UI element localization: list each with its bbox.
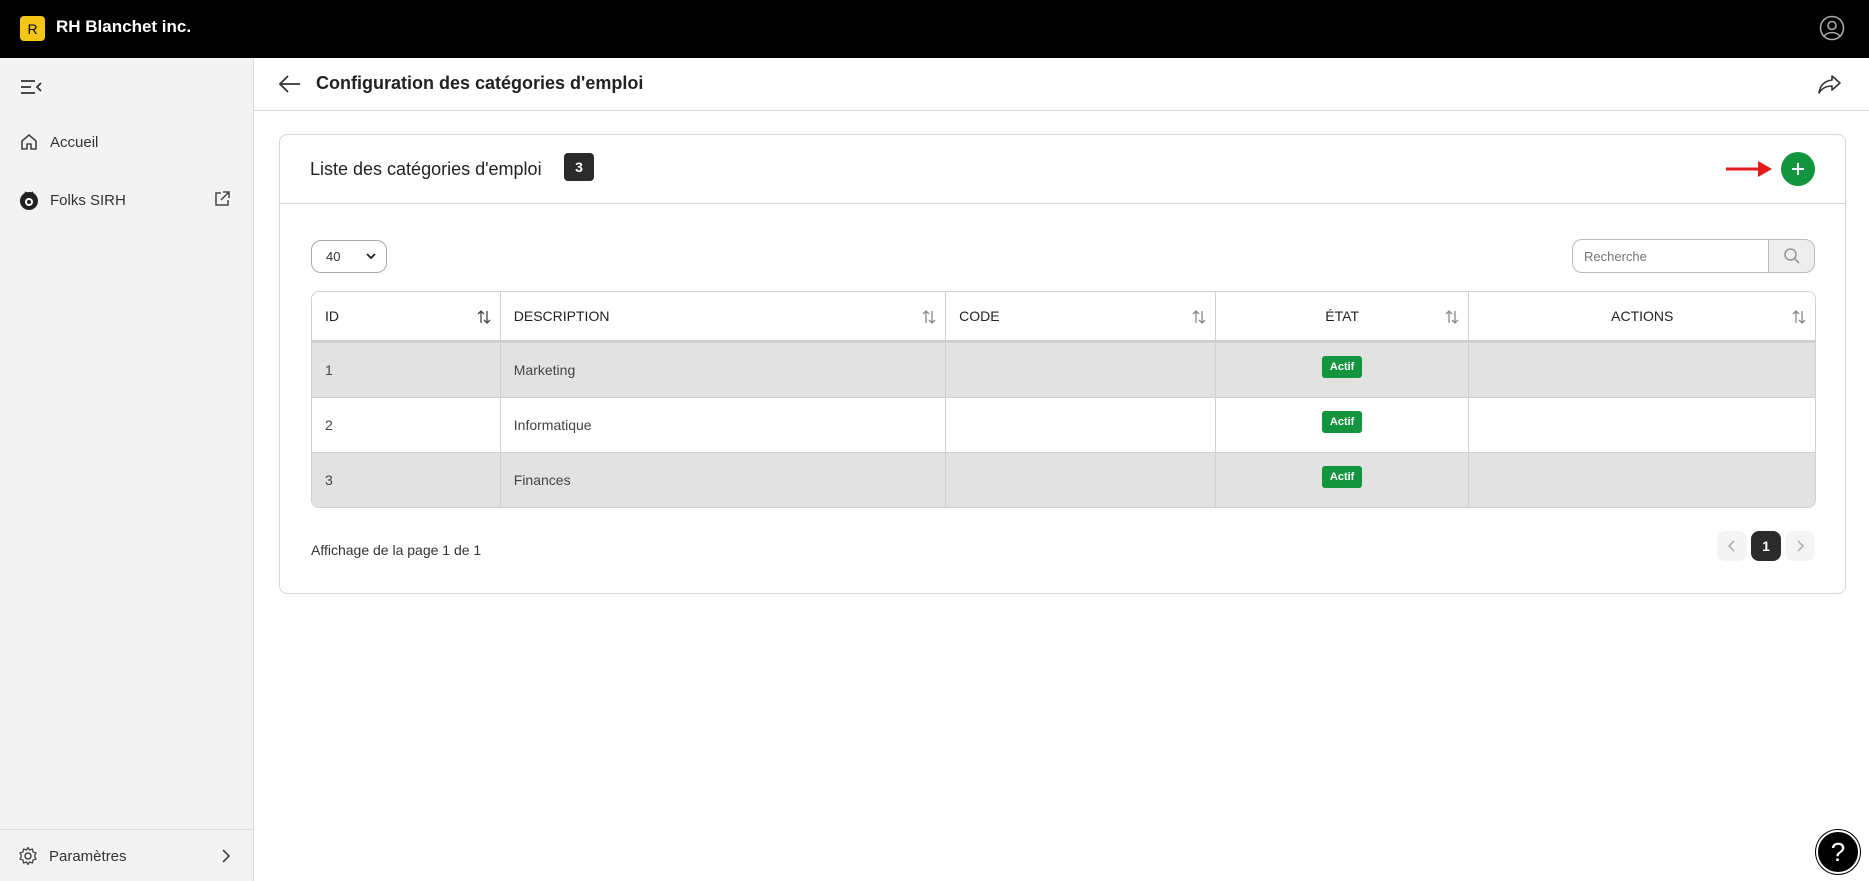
company-name: RH Blanchet inc.	[56, 17, 192, 36]
status-badge: Actif	[1321, 466, 1363, 488]
card-header: Liste des catégories d'emploi 3	[280, 135, 1845, 204]
chevron-down-icon	[366, 253, 376, 260]
pagination: 1	[1717, 531, 1815, 561]
sort-icon[interactable]	[1191, 309, 1207, 325]
settings-item[interactable]: Paramètres	[0, 829, 254, 881]
cell-description: Marketing	[501, 343, 947, 397]
gear-icon	[19, 846, 37, 866]
cell-etat: Actif	[1216, 343, 1470, 397]
table-header-row: ID DESCRIPTION CODE ÉTAT ACTIONS	[312, 292, 1815, 342]
table-row[interactable]: 2 Informatique Actif	[312, 397, 1815, 452]
page-header: Configuration des catégories d'emploi	[254, 58, 1869, 111]
share-icon[interactable]	[1817, 71, 1843, 97]
search-icon	[1783, 248, 1800, 264]
back-arrow-icon[interactable]	[278, 73, 302, 95]
table-row[interactable]: 1 Marketing Actif	[312, 342, 1815, 397]
column-header-description[interactable]: DESCRIPTION	[501, 292, 947, 340]
user-account-icon[interactable]	[1819, 15, 1845, 41]
cell-actions	[1469, 343, 1815, 397]
cell-id: 1	[312, 343, 501, 397]
count-badge: 3	[564, 153, 594, 181]
column-header-actions[interactable]: ACTIONS	[1469, 292, 1815, 340]
external-link-icon[interactable]	[213, 190, 231, 208]
cell-code	[946, 398, 1216, 452]
sidebar: Accueil Folks SIRH Paramètres	[0, 58, 254, 881]
cell-description: Finances	[501, 453, 947, 507]
cell-code	[946, 453, 1216, 507]
chevron-left-icon	[1727, 540, 1735, 552]
sort-icon[interactable]	[921, 309, 937, 325]
table-row[interactable]: 3 Finances Actif	[312, 452, 1815, 507]
status-badge: Actif	[1321, 356, 1363, 378]
cell-description: Informatique	[501, 398, 947, 452]
help-button[interactable]: ?	[1816, 830, 1860, 874]
column-header-etat[interactable]: ÉTAT	[1216, 292, 1470, 340]
collapse-menu-icon[interactable]	[20, 78, 42, 96]
cell-actions	[1469, 398, 1815, 452]
column-header-id[interactable]: ID	[312, 292, 501, 340]
plus-icon	[1792, 163, 1804, 175]
search-group	[1572, 239, 1815, 273]
settings-label: Paramètres	[49, 848, 127, 865]
next-page-button[interactable]	[1785, 531, 1815, 561]
status-badge: Actif	[1321, 411, 1363, 433]
annotation-arrow-icon	[1726, 161, 1772, 177]
sidebar-item-label: Folks SIRH	[50, 191, 126, 209]
cell-id: 2	[312, 398, 501, 452]
search-input[interactable]	[1572, 239, 1770, 273]
categories-table: ID DESCRIPTION CODE ÉTAT ACTIONS 1 Marke…	[311, 291, 1816, 508]
page-button-current[interactable]: 1	[1751, 531, 1781, 561]
sort-icon[interactable]	[1444, 309, 1460, 325]
chevron-right-icon	[222, 849, 231, 863]
card-title: Liste des catégories d'emploi	[310, 159, 542, 179]
sort-icon[interactable]	[476, 309, 492, 325]
pagination-info: Affichage de la page 1 de 1	[311, 542, 482, 558]
home-icon	[18, 131, 40, 153]
cell-code	[946, 343, 1216, 397]
chevron-right-icon	[1797, 540, 1805, 552]
folks-logo-icon	[18, 189, 40, 211]
page-size-select[interactable]: 40	[311, 240, 387, 273]
page-size-value: 40	[326, 249, 341, 264]
sidebar-item-accueil[interactable]: Accueil	[18, 131, 98, 153]
search-button[interactable]	[1768, 239, 1815, 273]
categories-card: Liste des catégories d'emploi 3 40 ID DE…	[279, 134, 1846, 594]
sidebar-item-folks-sirh[interactable]: Folks SIRH	[18, 189, 126, 211]
sidebar-item-label: Accueil	[50, 133, 99, 151]
previous-page-button[interactable]	[1717, 531, 1747, 561]
column-header-code[interactable]: CODE	[946, 292, 1216, 340]
cell-etat: Actif	[1216, 398, 1470, 452]
sort-icon[interactable]	[1791, 309, 1807, 325]
cell-actions	[1469, 453, 1815, 507]
company-logo: R	[20, 16, 45, 41]
add-category-button[interactable]	[1781, 152, 1815, 186]
cell-id: 3	[312, 453, 501, 507]
cell-etat: Actif	[1216, 453, 1470, 507]
page-title: Configuration des catégories d'emploi	[316, 73, 644, 93]
top-bar: R RH Blanchet inc.	[0, 0, 1869, 58]
